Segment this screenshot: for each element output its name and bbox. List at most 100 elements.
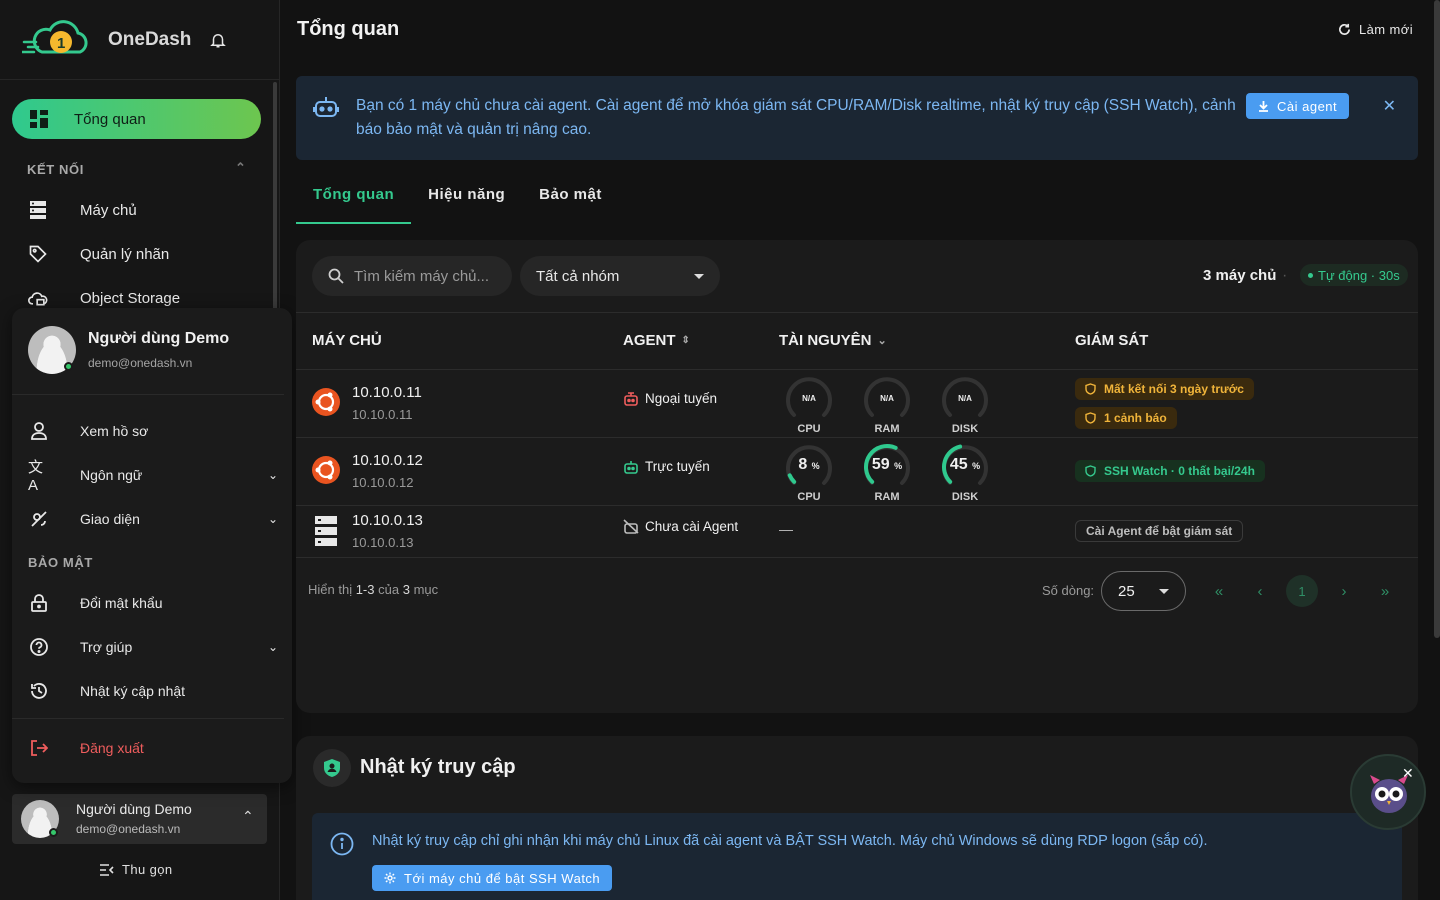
- ubuntu-icon: [312, 456, 340, 484]
- install-agent-label: Cài agent: [1277, 98, 1338, 114]
- chevron-down-icon[interactable]: ⌄: [268, 468, 278, 482]
- menu-item-language[interactable]: 文A Ngôn ngữ ⌄: [28, 459, 278, 494]
- server-ip[interactable]: 10.10.0.13: [352, 512, 423, 529]
- group-select-value: Tất cả nhóm: [536, 267, 620, 285]
- access-log-title: Nhật ký truy cập: [360, 756, 516, 778]
- ram-gauge-label: RAM: [874, 423, 900, 435]
- cpu-gauge-label: CPU: [797, 491, 821, 503]
- rows-per-page-select[interactable]: 25: [1101, 571, 1186, 611]
- enable-ssh-watch-label: Tới máy chủ để bật SSH Watch: [404, 870, 601, 886]
- agent-status: Chưa cài Agent: [623, 519, 738, 534]
- cpu-gauge-value: N/A: [802, 394, 816, 403]
- tab-overview[interactable]: Tổng quan: [296, 186, 412, 224]
- close-icon[interactable]: ✕: [1402, 765, 1414, 782]
- next-page-icon[interactable]: ›: [1328, 575, 1360, 607]
- ram-gauge-label: RAM: [874, 491, 900, 503]
- server-ip[interactable]: 10.10.0.11: [352, 384, 422, 401]
- server-icon: [27, 199, 49, 221]
- logout-button[interactable]: Đăng xuất: [28, 737, 278, 759]
- online-status-dot: [64, 362, 73, 371]
- ram-gauge-value: N/A: [880, 394, 894, 403]
- shield-icon: [1085, 383, 1096, 395]
- bell-icon[interactable]: [209, 31, 227, 49]
- auto-refresh-badge[interactable]: Tự động · 30s: [1300, 264, 1408, 286]
- online-status-dot: [49, 828, 58, 837]
- assistant-mascot-button[interactable]: [1350, 754, 1426, 830]
- close-icon[interactable]: ✕: [1383, 96, 1396, 116]
- user-card-email: demo@onedash.vn: [76, 822, 181, 836]
- warning-badge-label: 1 cảnh báo: [1104, 411, 1167, 425]
- search-input[interactable]: Tìm kiếm máy chủ...: [312, 256, 512, 296]
- user-card[interactable]: Người dùng Demo demo@onedash.vn ⌃: [12, 794, 267, 844]
- sidebar-scrollbar[interactable]: [273, 82, 277, 312]
- column-header-agent[interactable]: AGENT ⇕: [623, 332, 690, 349]
- chevron-up-icon[interactable]: ⌃: [242, 808, 254, 825]
- sidebar-item-label: Object Storage: [80, 289, 181, 307]
- install-agent-hint-badge[interactable]: Cài Agent để bật giám sát: [1075, 520, 1244, 542]
- chevron-down-icon[interactable]: ⌄: [268, 640, 278, 654]
- menu-item-profile[interactable]: Xem hồ sơ: [28, 420, 278, 442]
- cloud-lock-icon: [27, 287, 49, 309]
- sidebar-item-label: Máy chủ: [80, 201, 137, 219]
- menu-item-label: Đổi mật khẩu: [80, 595, 163, 611]
- sidebar-item-overview[interactable]: Tổng quan: [12, 99, 261, 139]
- refresh-button[interactable]: Làm mới: [1338, 22, 1413, 37]
- chevron-down-icon[interactable]: ⌄: [268, 512, 278, 526]
- pagination-info: Hiển thị 1-3 của 3 mục: [308, 582, 438, 597]
- ram-gauge-value: 59 %: [871, 456, 903, 473]
- divider: [296, 505, 1418, 506]
- download-icon: [1259, 101, 1268, 112]
- first-page-icon[interactable]: «: [1203, 575, 1235, 607]
- warning-badge[interactable]: 1 cảnh báo: [1075, 407, 1177, 429]
- caret-down-icon: [1159, 588, 1169, 594]
- column-header-resources[interactable]: TÀI NGUYÊN ⌄: [779, 332, 887, 349]
- menu-item-changelog[interactable]: Nhật ký cập nhật: [28, 680, 278, 702]
- sidebar-item-object-storage[interactable]: Object Storage: [27, 287, 180, 309]
- brand: 1 OneDash: [0, 0, 279, 80]
- divider: [12, 394, 284, 395]
- refresh-icon: [1339, 23, 1351, 35]
- menu-item-help[interactable]: Trợ giúp ⌄: [28, 636, 278, 658]
- divider: [296, 437, 1418, 438]
- prev-page-icon[interactable]: ‹: [1244, 575, 1276, 607]
- user-menu-popup: Người dùng Demo demo@onedash.vn Xem hồ s…: [12, 308, 292, 783]
- divider: [296, 557, 1418, 558]
- column-header-monitoring[interactable]: GIÁM SÁT: [1075, 332, 1148, 349]
- sidebar-item-servers[interactable]: Máy chủ: [27, 199, 137, 221]
- section-label: KẾT NỐI: [27, 162, 84, 177]
- sidebar-item-label: Tổng quan: [74, 110, 146, 128]
- page-number[interactable]: 1: [1286, 575, 1318, 607]
- robot-online-icon: [624, 461, 638, 474]
- lock-icon: [28, 592, 50, 614]
- chevron-down-icon: ⌄: [877, 335, 887, 347]
- onedash-logo[interactable]: 1: [22, 18, 92, 62]
- divider: [12, 718, 284, 719]
- menu-item-theme[interactable]: Giao diện ⌄: [28, 508, 278, 530]
- column-header-server[interactable]: MÁY CHỦ: [312, 332, 382, 349]
- robot-off-icon: [623, 519, 639, 534]
- disk-gauge-label: DISK: [951, 491, 979, 503]
- collapse-button[interactable]: Thu gọn: [100, 862, 173, 877]
- menu-item-label: Xem hồ sơ: [80, 423, 149, 439]
- disk-gauge-value: 45 %: [949, 456, 981, 473]
- last-page-icon[interactable]: »: [1369, 575, 1401, 607]
- pagination-of: của: [378, 582, 400, 597]
- enable-ssh-watch-button[interactable]: Tới máy chủ để bật SSH Watch: [372, 865, 613, 891]
- user-email: demo@onedash.vn: [88, 356, 193, 370]
- ssh-watch-badge[interactable]: SSH Watch · 0 thất bại/24h: [1075, 460, 1265, 482]
- disk-gauge-label: DISK: [951, 423, 979, 435]
- agent-status-label: Chưa cài Agent: [645, 519, 739, 534]
- tab-performance[interactable]: Hiệu năng: [411, 186, 522, 224]
- menu-item-label: Trợ giúp: [80, 639, 133, 655]
- sidebar-item-labels[interactable]: Quản lý nhãn: [27, 243, 169, 265]
- group-select[interactable]: Tất cả nhóm: [520, 256, 720, 296]
- tab-security[interactable]: Bảo mật: [522, 186, 619, 224]
- chevron-up-icon[interactable]: ⌃: [235, 160, 247, 176]
- section-connect[interactable]: KẾT NỐI ⌃: [27, 160, 246, 177]
- user-name: Người dùng Demo: [88, 330, 230, 347]
- menu-item-change-password[interactable]: Đổi mật khẩu: [28, 592, 278, 614]
- server-ip[interactable]: 10.10.0.12: [352, 452, 423, 469]
- main-scrollbar[interactable]: [1434, 0, 1440, 638]
- install-agent-button[interactable]: Cài agent: [1246, 93, 1350, 119]
- banner-text: Bạn có 1 máy chủ chưa cài agent. Cài age…: [356, 97, 1236, 138]
